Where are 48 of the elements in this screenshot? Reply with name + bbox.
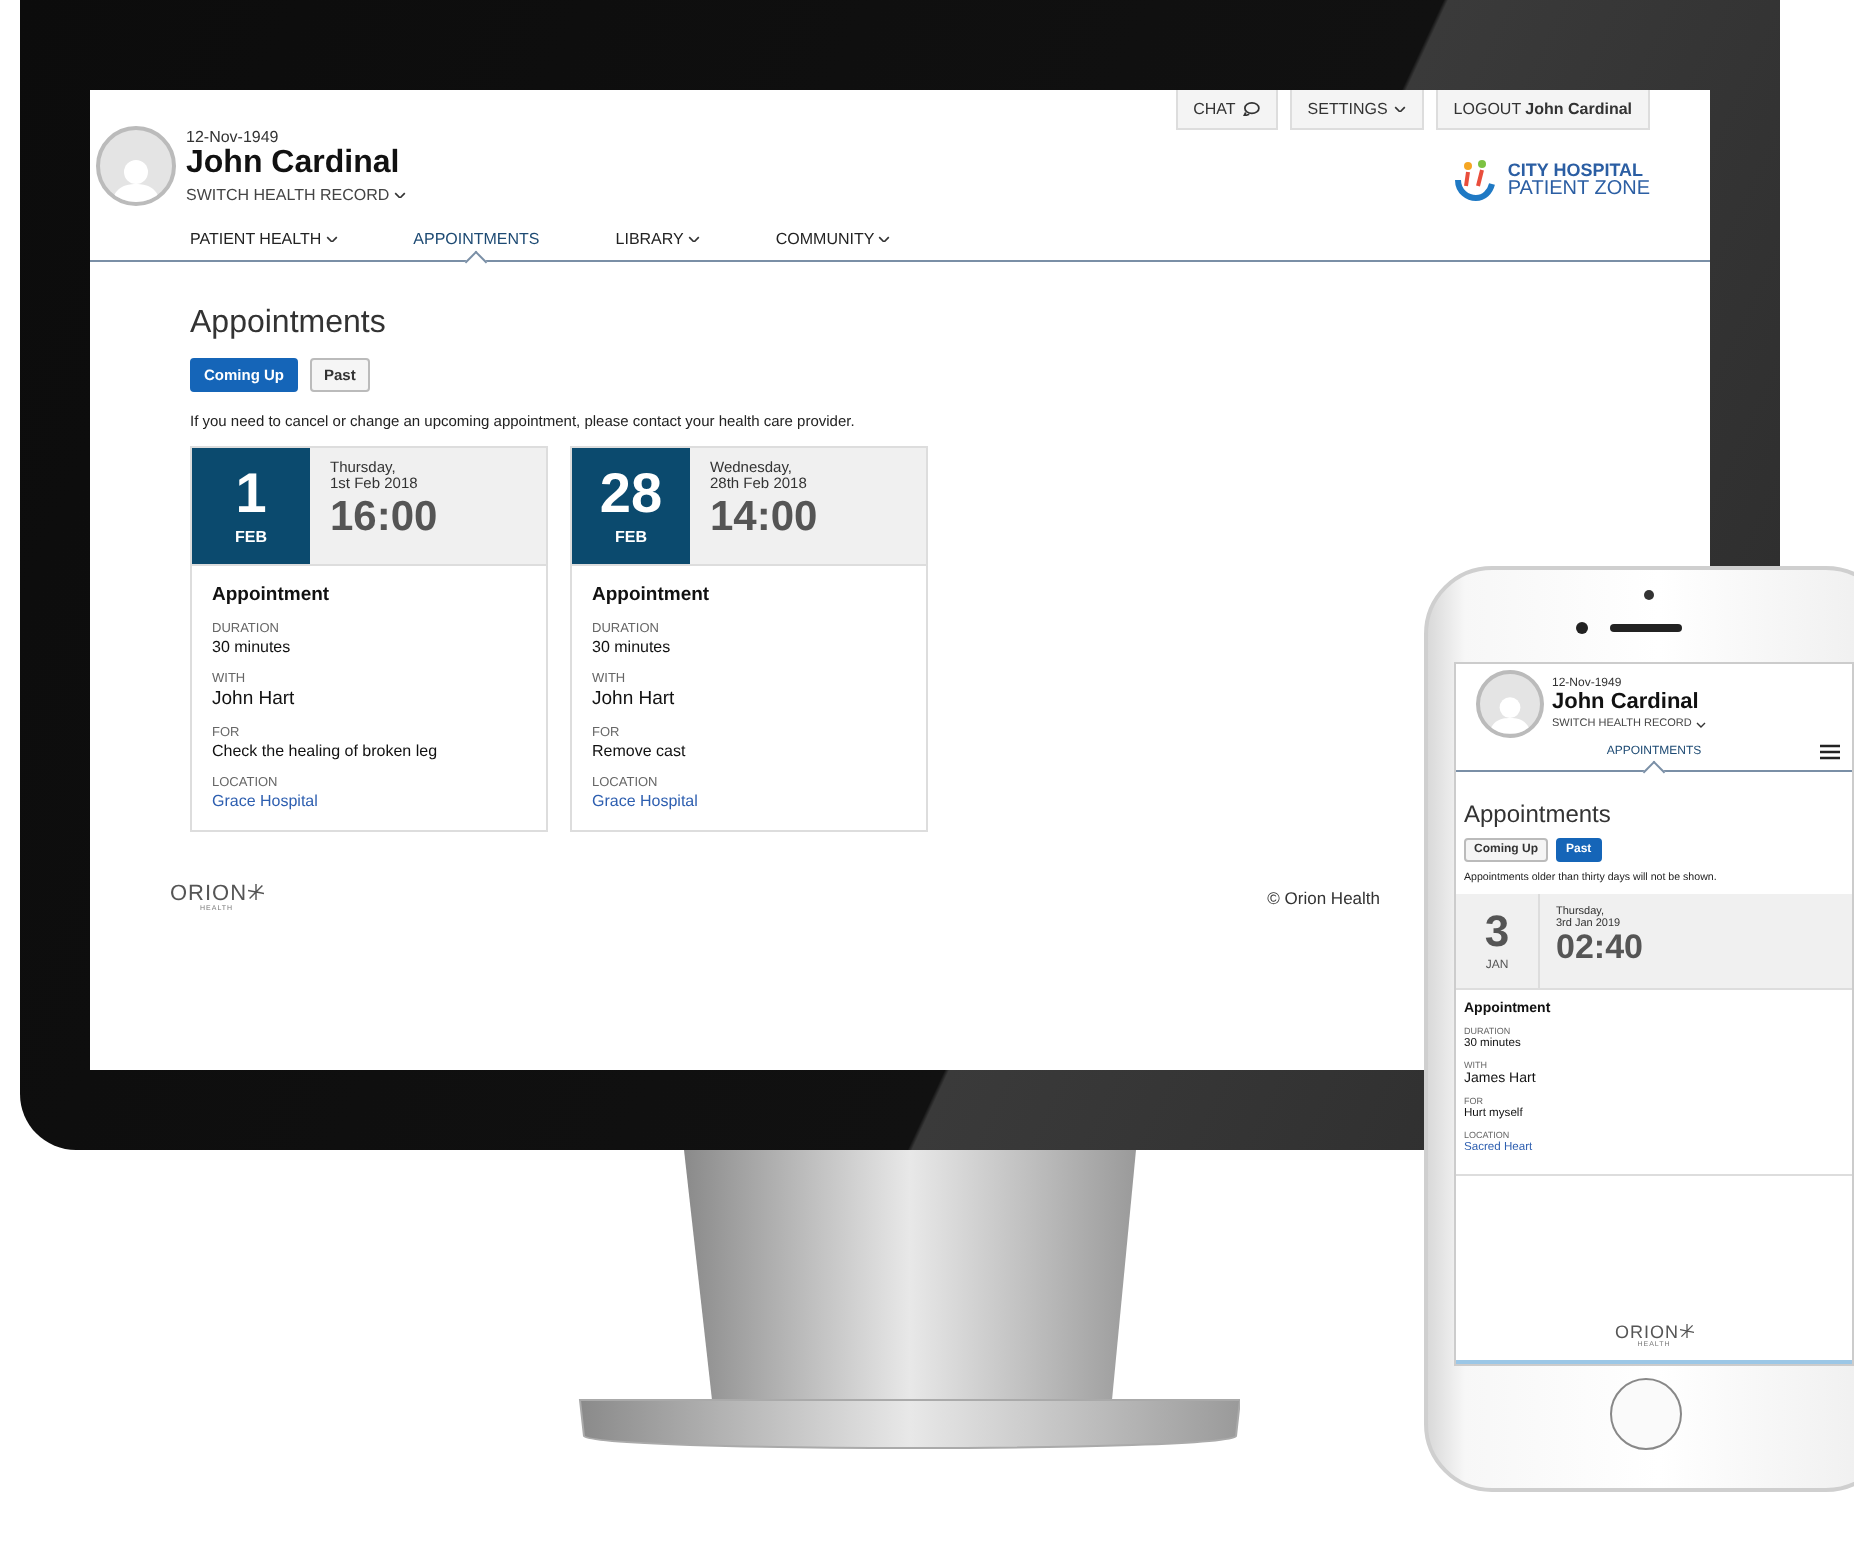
nav-tab[interactable]: APPOINTMENTS xyxy=(413,230,540,248)
field-value: John Hart xyxy=(592,688,677,710)
appointment-title: Appointment xyxy=(212,584,332,606)
time-label: 14:00 xyxy=(710,493,818,540)
day-number: 28 xyxy=(599,466,663,522)
nav-tab[interactable]: PATIENT HEALTH xyxy=(190,230,338,248)
menu-icon[interactable] xyxy=(1820,744,1840,760)
caret-icon xyxy=(393,191,406,199)
caret-icon xyxy=(1695,721,1706,728)
time-label: 16:00 xyxy=(330,493,438,540)
switch-record-link[interactable]: SWITCH HEALTH RECORD xyxy=(186,185,406,204)
day-number: 3 xyxy=(1484,910,1510,954)
time-label: 02:40 xyxy=(1556,930,1643,968)
page-title: Appointments xyxy=(1464,800,1613,828)
copyright-text: © Orion Health xyxy=(1267,888,1380,909)
month-label: FEB xyxy=(235,528,267,546)
header-button[interactable]: CHAT xyxy=(1175,90,1278,130)
nav-tab[interactable]: LIBRARY xyxy=(615,230,700,248)
patient-name: John Cardinal xyxy=(186,146,402,182)
camera-icon xyxy=(1644,590,1654,600)
sensor-icon xyxy=(1576,622,1588,634)
birth-date: 12-Nov-1949 xyxy=(186,128,281,147)
header-button[interactable]: SETTINGS xyxy=(1289,90,1424,130)
people-logo-icon xyxy=(1451,158,1496,202)
speaker-grille xyxy=(1610,624,1682,632)
home-button[interactable] xyxy=(1610,1378,1682,1450)
location-link[interactable]: Grace Hospital xyxy=(212,792,526,810)
field-value: John Hart xyxy=(212,688,297,710)
page-title: Appointments xyxy=(190,306,388,342)
field-value: Check the healing of broken leg xyxy=(212,742,440,760)
header-button[interactable]: LOGOUT John Cardinal xyxy=(1435,90,1650,130)
nav-tab[interactable]: COMMUNITY xyxy=(775,230,891,248)
speech-bubble-icon xyxy=(1241,102,1260,116)
appointment-title: Appointment xyxy=(592,584,712,606)
logo-wordmark: ORION xyxy=(1614,1323,1679,1341)
day-number: 1 xyxy=(235,466,267,522)
month-label: FEB xyxy=(615,528,647,546)
brand-subtitle: PATIENT ZONE xyxy=(1507,179,1650,199)
logo-wordmark: ORION xyxy=(170,884,248,906)
caret-icon xyxy=(1393,105,1406,113)
field-value: 30 minutes xyxy=(592,638,673,656)
patient-name: John Cardinal xyxy=(1552,689,1701,715)
star-icon xyxy=(247,884,264,900)
brand-name: CITY HOSPITAL xyxy=(1507,161,1646,179)
location-link[interactable]: Grace Hospital xyxy=(592,792,906,810)
star-icon xyxy=(1679,1323,1693,1337)
field-value: 30 minutes xyxy=(212,638,293,656)
field-value: Remove cast xyxy=(592,742,688,760)
